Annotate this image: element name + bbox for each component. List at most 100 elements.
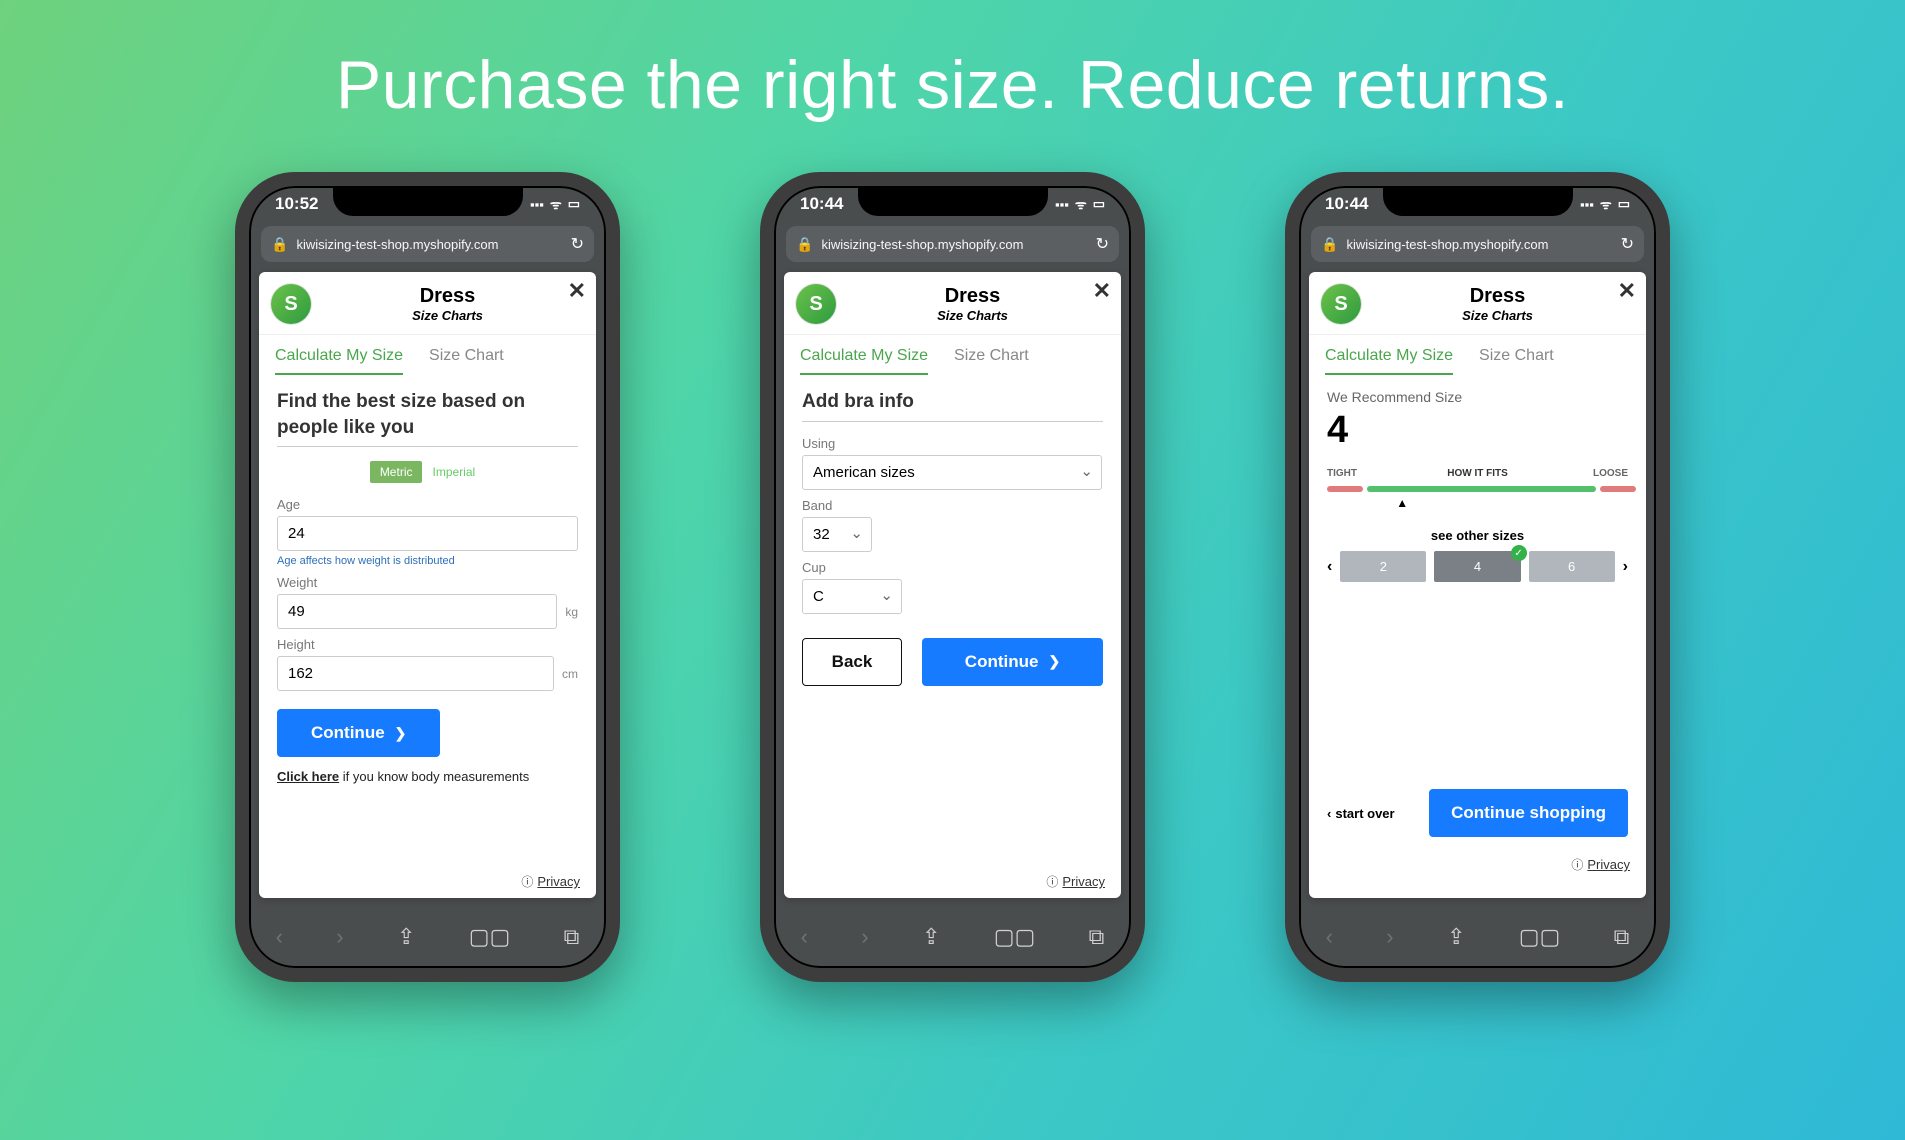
app-logo: S [1321,284,1361,324]
weight-input[interactable] [277,594,557,629]
size-option-selected[interactable]: 4 [1434,551,1520,582]
recommended-size: 4 [1327,409,1628,452]
headline: Purchase the right size. Reduce returns. [0,0,1905,124]
age-hint: Age affects how weight is distributed [277,555,578,567]
tab-calculate[interactable]: Calculate My Size [275,347,403,375]
using-select[interactable]: American sizes [802,455,1102,490]
close-icon[interactable]: ✕ [568,278,586,304]
start-over-link[interactable]: ‹ start over [1327,806,1395,821]
band-label: Band [802,498,1103,513]
cup-label: Cup [802,560,1103,575]
close-icon[interactable]: ✕ [1618,278,1636,304]
fit-tight-label: TIGHT [1327,468,1357,479]
height-label: Height [277,637,578,652]
fit-loose-label: LOOSE [1593,468,1628,479]
privacy-link[interactable]: ⓘ Privacy [521,873,580,890]
modal-title: Dress [311,285,584,308]
fit-how-label: HOW IT FITS [1447,468,1508,479]
back-icon[interactable]: ‹ [1326,924,1333,950]
info-icon: ⓘ [1046,875,1058,889]
notch [858,184,1048,216]
tab-size-chart[interactable]: Size Chart [429,347,504,375]
lock-icon: 🔒 [796,236,813,253]
privacy-link[interactable]: ⓘ Privacy [1046,873,1105,890]
tabs-icon[interactable]: ⧉ [1089,924,1105,950]
battery-icon: ▭ [568,196,580,212]
forward-icon[interactable]: › [861,924,868,950]
click-here-link[interactable]: Click here [277,769,339,784]
size-option[interactable]: 6 [1529,551,1615,582]
fit-seg-tight [1327,486,1363,492]
back-button[interactable]: Back [802,638,902,686]
unit-metric-button[interactable]: Metric [370,461,423,483]
tab-size-chart[interactable]: Size Chart [954,347,1029,375]
page-url: kiwisizing-test-shop.myshopify.com [821,237,1023,252]
forward-icon[interactable]: › [336,924,343,950]
size-prev-icon[interactable]: ‹ [1327,558,1332,576]
close-icon[interactable]: ✕ [1093,278,1111,304]
band-select[interactable]: 32 [802,517,872,552]
battery-icon: ▭ [1093,196,1105,212]
step-heading: Find the best size based on people like … [277,389,578,447]
privacy-link[interactable]: ⓘ Privacy [1571,856,1630,873]
page-url: kiwisizing-test-shop.myshopify.com [1346,237,1548,252]
chevron-left-icon: ‹ [1327,806,1331,821]
bookmarks-icon[interactable]: ▢▢ [469,924,511,950]
tab-calculate[interactable]: Calculate My Size [800,347,928,375]
tab-size-chart[interactable]: Size Chart [1479,347,1554,375]
reload-icon[interactable]: ↻ [571,234,584,254]
address-bar[interactable]: 🔒 kiwisizing-test-shop.myshopify.com ↻ [786,226,1119,262]
tabs-icon[interactable]: ⧉ [1614,924,1630,950]
bookmarks-icon[interactable]: ▢▢ [994,924,1036,950]
wifi-icon: ᯤ [550,195,562,213]
privacy-label: Privacy [537,874,580,889]
age-input[interactable] [277,516,578,551]
address-bar[interactable]: 🔒 kiwisizing-test-shop.myshopify.com ↻ [1311,226,1644,262]
privacy-label: Privacy [1587,857,1630,872]
page-url: kiwisizing-test-shop.myshopify.com [296,237,498,252]
weight-unit: kg [565,605,578,619]
height-input[interactable] [277,656,554,691]
back-icon[interactable]: ‹ [276,924,283,950]
share-icon[interactable]: ⇪ [922,924,940,950]
continue-shopping-button[interactable]: Continue shopping [1429,789,1628,837]
notch [1383,184,1573,216]
continue-label: Continue [965,652,1039,672]
forward-icon[interactable]: › [1386,924,1393,950]
cup-select[interactable]: C [802,579,902,614]
tabs-icon[interactable]: ⧉ [564,924,580,950]
bookmarks-icon[interactable]: ▢▢ [1519,924,1561,950]
privacy-label: Privacy [1062,874,1105,889]
info-icon: ⓘ [1571,858,1583,872]
modal-screen: S Dress Size Charts ✕ Calculate My Size … [1309,272,1646,898]
browser-toolbar: ‹ › ⇪ ▢▢ ⧉ [249,906,606,968]
unit-imperial-button[interactable]: Imperial [422,461,485,483]
battery-icon: ▭ [1618,196,1630,212]
chevron-right-icon: ❯ [1048,653,1060,670]
reload-icon[interactable]: ↻ [1096,234,1109,254]
reload-icon[interactable]: ↻ [1621,234,1634,254]
browser-toolbar: ‹ › ⇪ ▢▢ ⧉ [774,906,1131,968]
size-next-icon[interactable]: › [1623,558,1628,576]
note-rest: if you know body measurements [339,769,529,784]
start-over-label: start over [1335,806,1394,821]
age-label: Age [277,497,578,512]
step-heading: Add bra info [802,389,1103,422]
back-icon[interactable]: ‹ [801,924,808,950]
share-icon[interactable]: ⇪ [1447,924,1465,950]
lock-icon: 🔒 [271,236,288,253]
size-option[interactable]: 2 [1340,551,1426,582]
tab-calculate[interactable]: Calculate My Size [1325,347,1453,375]
see-other-sizes-label: see other sizes [1327,528,1628,543]
continue-button[interactable]: Continue ❯ [277,709,440,757]
app-logo: S [271,284,311,324]
continue-button[interactable]: Continue ❯ [922,638,1103,686]
wifi-icon: ᯤ [1075,195,1087,213]
info-icon: ⓘ [521,875,533,889]
phone-mockup-2: 10:44 ▪▪▪ ᯤ ▭ 🔒 kiwisizing-test-shop.mys… [760,172,1145,982]
notch [333,184,523,216]
phone-mockup-3: 10:44 ▪▪▪ ᯤ ▭ 🔒 kiwisizing-test-shop.mys… [1285,172,1670,982]
share-icon[interactable]: ⇪ [397,924,415,950]
address-bar[interactable]: 🔒 kiwisizing-test-shop.myshopify.com ↻ [261,226,594,262]
wifi-icon: ᯤ [1600,195,1612,213]
